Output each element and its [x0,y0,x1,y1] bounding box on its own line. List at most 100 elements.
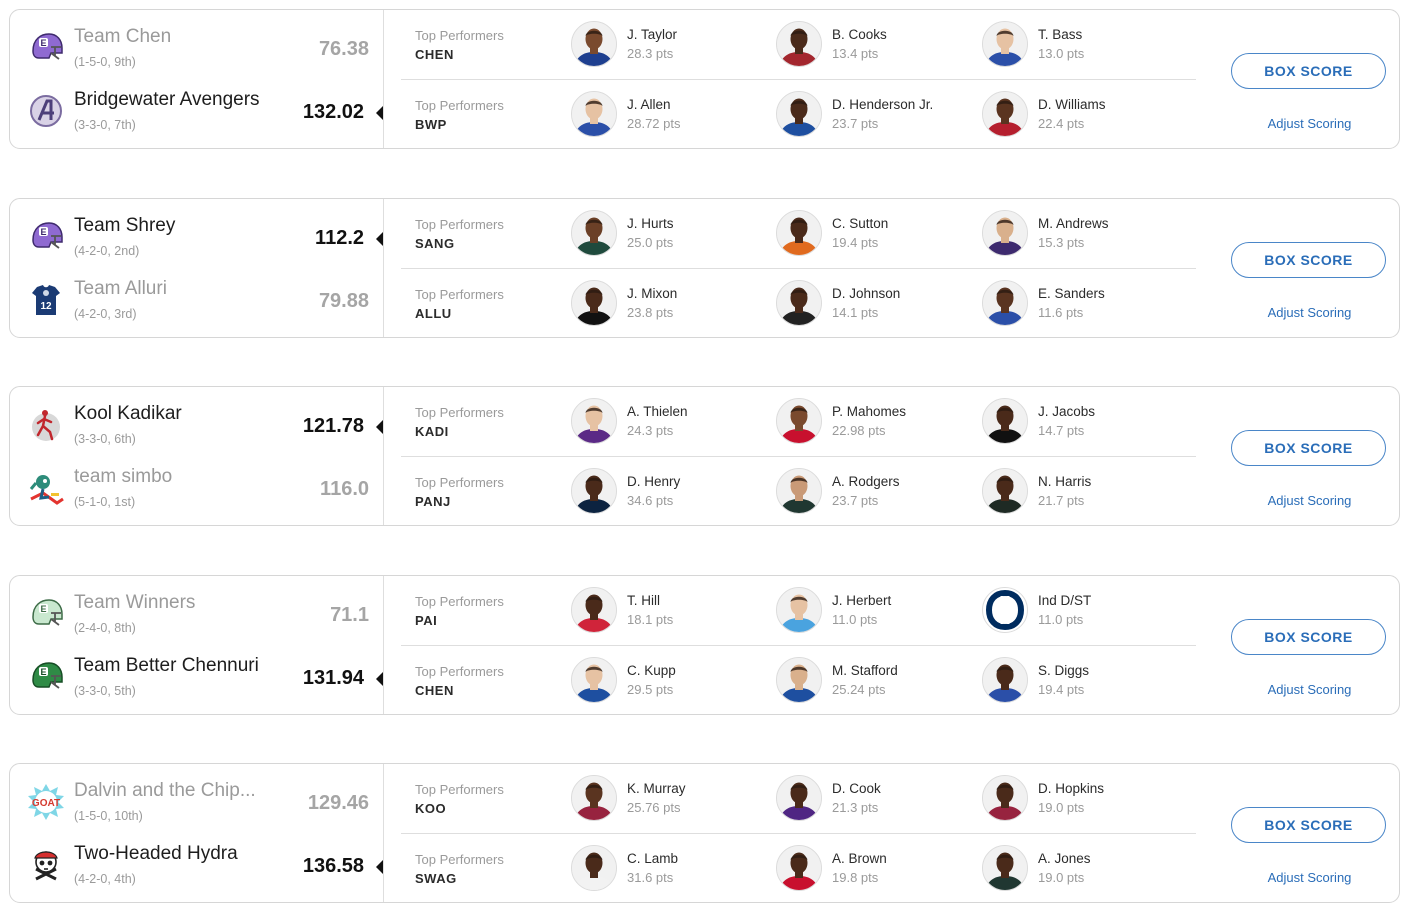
team-row[interactable]: Kool Kadikar (3-3-0, 6th) 121.78 [10,397,383,457]
player-name[interactable]: D. Hopkins [1038,781,1104,796]
player-card[interactable]: N. Harris 21.7 pts [982,467,1182,517]
box-score-button[interactable]: BOX SCORE [1231,619,1386,655]
player-name[interactable]: K. Murray [627,781,686,796]
player-card[interactable]: J. Taylor 28.3 pts [571,20,771,70]
player-name[interactable]: D. Cook [832,781,881,796]
team-row[interactable]: GOAT Dalvin and the Chip... (1-5-0, 10th) 1… [10,774,383,834]
player-name[interactable]: M. Stafford [832,663,898,678]
player-name[interactable]: T. Bass [1038,27,1082,42]
player-headshot[interactable] [982,398,1028,444]
team-row[interactable]: Two-Headed Hydra (4-2-0, 4th) 136.58 [10,837,383,897]
box-score-button[interactable]: BOX SCORE [1231,53,1386,89]
player-name[interactable]: M. Andrews [1038,216,1109,231]
team-name[interactable]: Kool Kadikar [74,403,182,425]
player-headshot[interactable] [982,657,1028,703]
player-name[interactable]: J. Herbert [832,593,891,608]
player-name[interactable]: Ind D/ST [1038,593,1091,608]
player-card[interactable]: C. Kupp 29.5 pts [571,656,771,706]
player-name[interactable]: J. Jacobs [1038,404,1095,419]
player-card[interactable]: K. Murray 25.76 pts [571,774,771,824]
adjust-scoring-link[interactable]: Adjust Scoring [1215,870,1404,885]
team-name[interactable]: Team Shrey [74,215,175,237]
player-headshot[interactable] [982,468,1028,514]
team-row[interactable]: team simbo (5-1-0, 1st) 116.0 [10,460,383,520]
player-name[interactable]: D. Williams [1038,97,1106,112]
player-name[interactable]: J. Taylor [627,27,677,42]
team-name[interactable]: Team Alluri [74,278,167,300]
player-headshot[interactable] [571,398,617,444]
team-row[interactable]: E Team Chen (1-5-0, 9th) 76.38 [10,20,383,80]
player-headshot[interactable] [776,21,822,67]
player-headshot[interactable] [571,587,617,633]
player-name[interactable]: J. Hurts [627,216,674,231]
player-headshot[interactable] [776,210,822,256]
player-card[interactable]: J. Allen 28.72 pts [571,90,771,140]
player-headshot[interactable] [571,845,617,891]
player-name[interactable]: C. Kupp [627,663,676,678]
team-row[interactable]: E Team Winners (2-4-0, 8th) 71.1 [10,586,383,646]
player-name[interactable]: A. Brown [832,851,887,866]
player-card[interactable]: A. Brown 19.8 pts [776,844,976,894]
player-card[interactable]: J. Jacobs 14.7 pts [982,397,1182,447]
player-headshot[interactable] [776,398,822,444]
player-card[interactable]: D. Williams 22.4 pts [982,90,1182,140]
player-name[interactable]: D. Henry [627,474,680,489]
player-name[interactable]: S. Diggs [1038,663,1089,678]
team-defense-logo[interactable] [982,587,1028,633]
team-name[interactable]: Dalvin and the Chip... [74,780,256,802]
player-name[interactable]: J. Allen [627,97,671,112]
player-card[interactable]: M. Andrews 15.3 pts [982,209,1182,259]
team-name[interactable]: Team Better Chennuri [74,655,259,677]
player-card[interactable]: C. Lamb 31.6 pts [571,844,771,894]
player-card[interactable]: J. Herbert 11.0 pts [776,586,976,636]
player-headshot[interactable] [982,775,1028,821]
player-card[interactable]: D. Hopkins 19.0 pts [982,774,1182,824]
player-headshot[interactable] [982,280,1028,326]
box-score-button[interactable]: BOX SCORE [1231,430,1386,466]
player-name[interactable]: B. Cooks [832,27,887,42]
player-headshot[interactable] [776,657,822,703]
player-headshot[interactable] [776,775,822,821]
team-name[interactable]: Team Chen [74,26,171,48]
player-card[interactable]: E. Sanders 11.6 pts [982,279,1182,329]
player-name[interactable]: D. Johnson [832,286,900,301]
player-headshot[interactable] [982,91,1028,137]
player-name[interactable]: C. Sutton [832,216,888,231]
player-card[interactable]: D. Henderson Jr. 23.7 pts [776,90,976,140]
player-name[interactable]: N. Harris [1038,474,1091,489]
player-card[interactable]: Ind D/ST 11.0 pts [982,586,1182,636]
player-headshot[interactable] [571,21,617,67]
player-headshot[interactable] [776,845,822,891]
player-name[interactable]: E. Sanders [1038,286,1105,301]
player-headshot[interactable] [571,657,617,703]
player-card[interactable]: P. Mahomes 22.98 pts [776,397,976,447]
player-card[interactable]: D. Cook 21.3 pts [776,774,976,824]
player-headshot[interactable] [571,91,617,137]
team-name[interactable]: Team Winners [74,592,195,614]
player-card[interactable]: C. Sutton 19.4 pts [776,209,976,259]
player-card[interactable]: J. Mixon 23.8 pts [571,279,771,329]
team-row[interactable]: Bridgewater Avengers (3-3-0, 7th) 132.02 [10,83,383,143]
player-headshot[interactable] [776,468,822,514]
player-headshot[interactable] [982,210,1028,256]
player-name[interactable]: T. Hill [627,593,660,608]
team-row[interactable]: E Team Shrey (4-2-0, 2nd) 112.2 [10,209,383,269]
adjust-scoring-link[interactable]: Adjust Scoring [1215,682,1404,697]
box-score-button[interactable]: BOX SCORE [1231,807,1386,843]
player-headshot[interactable] [571,280,617,326]
player-headshot[interactable] [982,845,1028,891]
player-headshot[interactable] [776,587,822,633]
team-name[interactable]: Bridgewater Avengers [74,89,260,111]
player-card[interactable]: T. Hill 18.1 pts [571,586,771,636]
team-row[interactable]: 12 Team Alluri (4-2-0, 3rd) 79.88 [10,272,383,332]
player-card[interactable]: D. Henry 34.6 pts [571,467,771,517]
player-card[interactable]: T. Bass 13.0 pts [982,20,1182,70]
adjust-scoring-link[interactable]: Adjust Scoring [1215,493,1404,508]
adjust-scoring-link[interactable]: Adjust Scoring [1215,116,1404,131]
box-score-button[interactable]: BOX SCORE [1231,242,1386,278]
team-row[interactable]: E Team Better Chennuri (3-3-0, 5th) 131.94 [10,649,383,709]
player-name[interactable]: D. Henderson Jr. [832,97,933,112]
adjust-scoring-link[interactable]: Adjust Scoring [1215,305,1404,320]
player-headshot[interactable] [776,280,822,326]
player-headshot[interactable] [982,21,1028,67]
